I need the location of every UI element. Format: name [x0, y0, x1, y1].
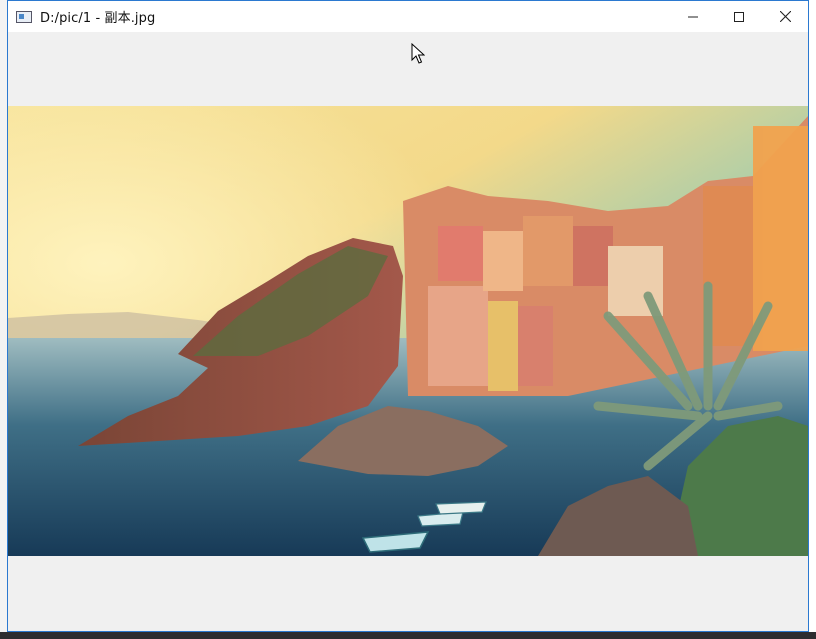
landscape-photo — [8, 106, 808, 556]
close-button[interactable] — [762, 1, 808, 32]
title-bar[interactable]: D:/pic/1 - 副本.jpg — [8, 1, 808, 33]
displayed-photo — [8, 106, 808, 556]
close-icon — [779, 11, 791, 22]
taskbar-edge — [0, 632, 816, 639]
maximize-icon — [734, 11, 744, 22]
minimize-icon — [688, 16, 698, 17]
app-icon — [16, 10, 32, 23]
window-title: D:/pic/1 - 副本.jpg — [40, 11, 156, 26]
image-canvas[interactable] — [8, 32, 808, 631]
mouse-cursor-icon — [411, 43, 425, 64]
minimize-button[interactable] — [670, 1, 716, 32]
image-viewer-window: D:/pic/1 - 副本.jpg — [7, 0, 809, 632]
maximize-button[interactable] — [716, 1, 762, 32]
window-controls — [670, 1, 808, 32]
